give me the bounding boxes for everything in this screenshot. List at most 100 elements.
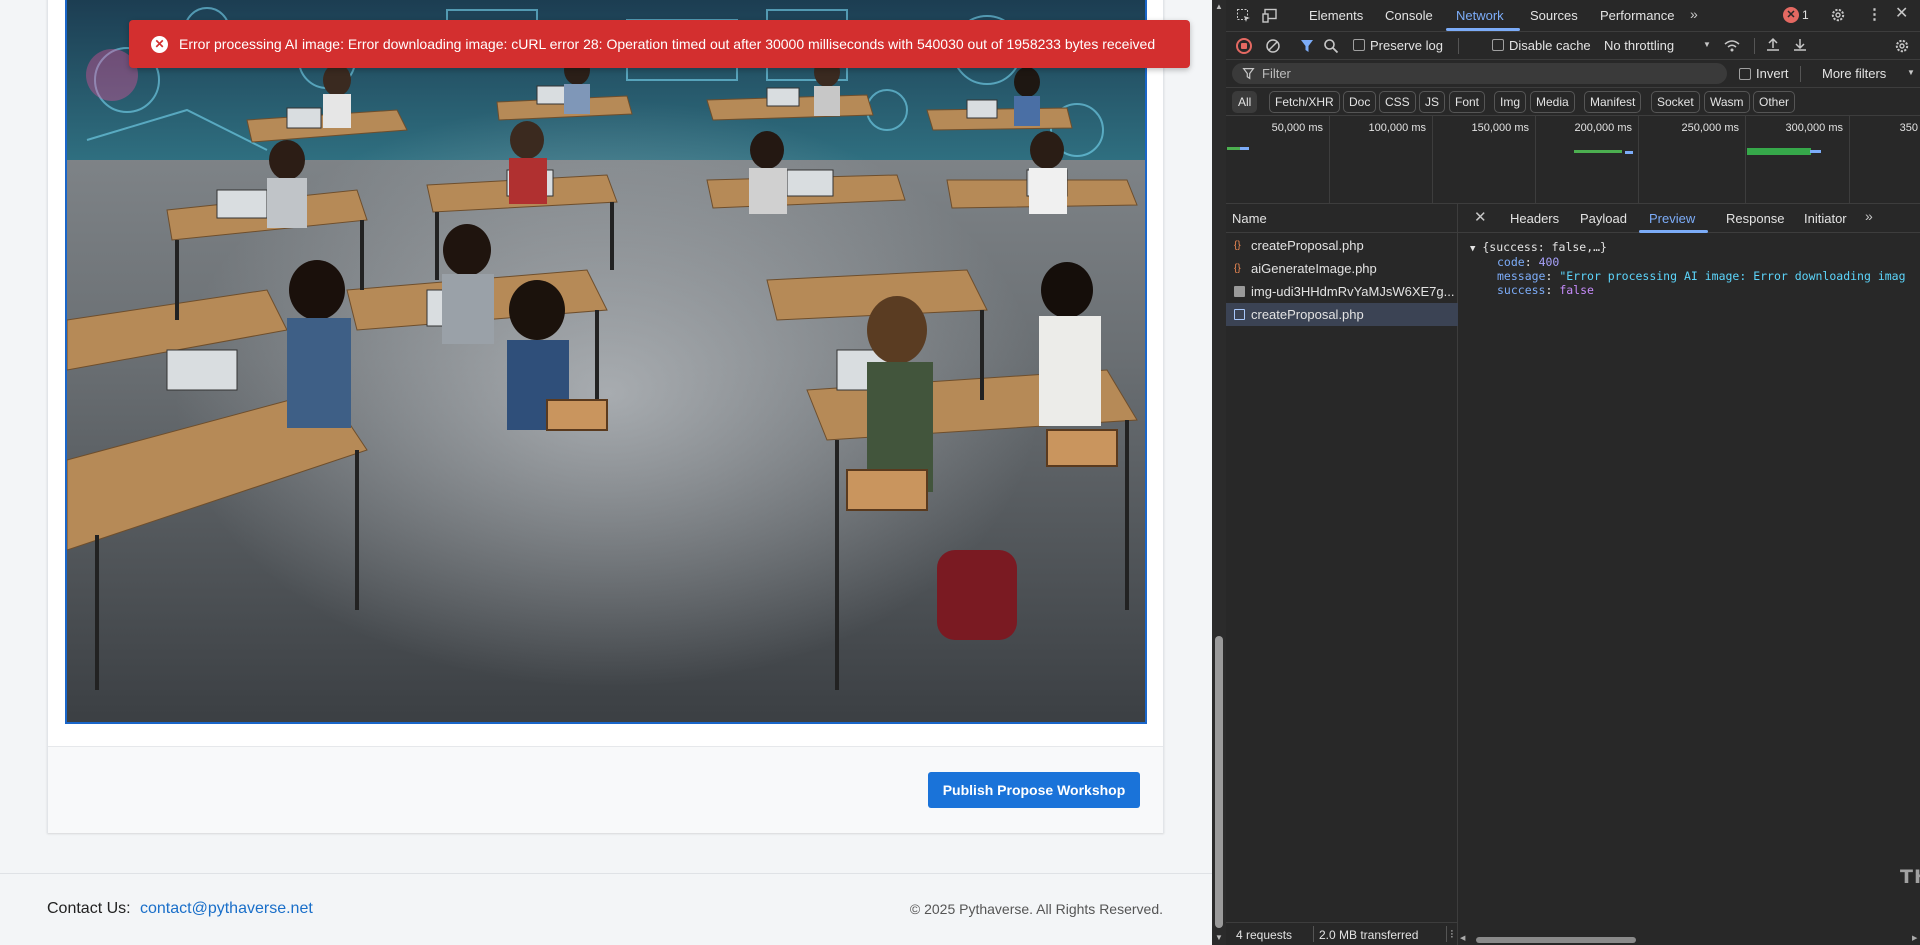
type-filter-css[interactable]: CSS xyxy=(1379,91,1416,113)
timeline-request-bar xyxy=(1625,151,1633,154)
tab-initiator[interactable]: Initiator xyxy=(1804,211,1847,226)
status-more-icon[interactable]: ⁝ xyxy=(1450,927,1454,941)
tab-elements[interactable]: Elements xyxy=(1309,8,1363,23)
preserve-log-checkbox[interactable] xyxy=(1353,39,1365,51)
detail-scrollbar-thumb[interactable] xyxy=(1476,937,1636,943)
timeline-request-bar xyxy=(1240,147,1249,150)
request-row[interactable]: img-udi3HHdmRvYaMJsW6XE7g... xyxy=(1226,280,1458,303)
tab-sources[interactable]: Sources xyxy=(1530,8,1578,23)
proposal-card: Publish Propose Workshop xyxy=(47,0,1164,833)
error-toast: ✕ Error processing AI image: Error downl… xyxy=(129,20,1190,68)
scroll-down-arrow-icon[interactable]: ▼ xyxy=(1212,931,1226,945)
type-filter-fetch-xhr[interactable]: Fetch/XHR xyxy=(1269,91,1340,113)
json-root[interactable]: ▼ {success: false,…} xyxy=(1470,240,1607,254)
json-preview: ▼ {success: false,…} code: 400 message: … xyxy=(1458,233,1920,893)
timeline-gridline xyxy=(1432,116,1433,204)
stop-recording-icon[interactable] xyxy=(1236,38,1252,54)
more-filters-button[interactable]: More filters xyxy=(1822,66,1886,81)
type-filter-img[interactable]: Img xyxy=(1494,91,1527,113)
filter-funnel-icon[interactable] xyxy=(1299,38,1315,54)
search-icon[interactable] xyxy=(1323,38,1339,54)
type-filter-manifest[interactable]: Manifest xyxy=(1584,91,1642,113)
close-detail-icon[interactable]: ✕ xyxy=(1474,210,1487,225)
throttling-dropdown-icon[interactable]: ▼ xyxy=(1703,41,1711,49)
json-entry-message: message: "Error processing AI image: Err… xyxy=(1497,269,1906,283)
document-file-icon xyxy=(1234,309,1245,320)
type-filter-all[interactable]: All xyxy=(1232,91,1258,113)
import-har-icon[interactable] xyxy=(1765,37,1781,53)
request-row[interactable]: {} aiGenerateImage.php xyxy=(1226,257,1458,280)
request-row-selected[interactable]: createProposal.php xyxy=(1226,303,1458,326)
request-detail-pane: ✕ Headers Payload Preview Response Initi… xyxy=(1458,204,1920,943)
filter-bar: Invert More filters ▼ xyxy=(1226,60,1920,88)
scroll-right-arrow-icon[interactable]: ▶ xyxy=(1912,934,1917,942)
timeline-label: 150,000 ms xyxy=(1471,122,1529,134)
page-scrollbar[interactable]: ▲ ▼ xyxy=(1212,0,1226,945)
preserve-log-label[interactable]: Preserve log xyxy=(1370,38,1443,53)
timeline-request-bar xyxy=(1810,150,1821,153)
disable-cache-label[interactable]: Disable cache xyxy=(1509,38,1591,53)
timeline-label: 200,000 ms xyxy=(1574,122,1632,134)
invert-checkbox[interactable] xyxy=(1739,68,1751,80)
disable-cache-checkbox[interactable] xyxy=(1492,39,1504,51)
classroom-image xyxy=(67,0,1145,722)
request-name: createProposal.php xyxy=(1251,238,1364,253)
filter-input[interactable] xyxy=(1262,65,1712,82)
clear-log-icon[interactable] xyxy=(1265,38,1281,54)
device-toolbar-icon[interactable] xyxy=(1262,8,1280,24)
xhr-brace-icon: {} xyxy=(1234,240,1241,251)
export-har-icon[interactable] xyxy=(1792,37,1808,53)
network-timeline-overview[interactable]: 50,000 ms 100,000 ms 150,000 ms 200,000 … xyxy=(1226,116,1920,204)
more-tabs-chevron-icon[interactable]: » xyxy=(1690,7,1698,21)
throttling-select[interactable]: No throttling xyxy=(1604,38,1674,53)
network-settings-gear-icon[interactable] xyxy=(1894,38,1910,54)
contact-email-link[interactable]: contact@pythaverse.net xyxy=(140,900,313,918)
detail-horizontal-scrollbar[interactable]: ◀ ▶ xyxy=(1460,935,1917,944)
more-detail-tabs-chevron-icon[interactable]: » xyxy=(1865,209,1873,223)
status-divider xyxy=(1446,926,1447,942)
inspect-element-icon[interactable] xyxy=(1236,8,1252,24)
type-filter-other[interactable]: Other xyxy=(1753,91,1796,113)
tab-console[interactable]: Console xyxy=(1385,8,1433,23)
error-count[interactable]: 1 xyxy=(1802,8,1809,22)
close-devtools-icon[interactable]: ✕ xyxy=(1895,6,1908,22)
more-options-icon[interactable]: ⋮ xyxy=(1867,7,1882,22)
type-filter-font[interactable]: Font xyxy=(1449,91,1486,113)
more-filters-dropdown-icon[interactable]: ▼ xyxy=(1907,69,1915,77)
invert-label[interactable]: Invert xyxy=(1756,66,1789,81)
network-split-view: Name {} createProposal.php {} aiGenerate… xyxy=(1226,204,1920,943)
tab-payload[interactable]: Payload xyxy=(1580,211,1627,226)
expand-triangle-icon[interactable]: ▼ xyxy=(1470,244,1475,254)
type-filter-socket[interactable]: Socket xyxy=(1651,91,1700,113)
error-count-icon[interactable]: ✕ xyxy=(1783,7,1799,23)
tab-preview[interactable]: Preview xyxy=(1649,211,1695,226)
type-filter-media[interactable]: Media xyxy=(1530,91,1575,113)
network-conditions-wifi-icon[interactable] xyxy=(1723,38,1741,54)
active-tab-indicator xyxy=(1446,28,1520,31)
page-scrollbar-thumb[interactable] xyxy=(1215,636,1223,928)
type-filter-doc[interactable]: Doc xyxy=(1343,91,1377,113)
json-entry-code: code: 400 xyxy=(1497,255,1560,269)
json-summary: {success: false,…} xyxy=(1482,240,1607,254)
toast-message: Error processing AI image: Error downloa… xyxy=(179,36,1156,52)
request-count: 4 requests xyxy=(1236,928,1293,942)
settings-gear-icon[interactable] xyxy=(1830,7,1846,23)
type-filter-js[interactable]: JS xyxy=(1419,91,1446,113)
transferred-size: 2.0 MB transferred xyxy=(1319,928,1419,942)
network-toolbar: Preserve log Disable cache No throttling… xyxy=(1226,32,1920,60)
error-circle-icon: ✕ xyxy=(151,35,168,53)
publish-proposal-button[interactable]: Publish Propose Workshop xyxy=(928,772,1140,808)
type-filter-wasm[interactable]: Wasm xyxy=(1704,91,1750,113)
tab-response[interactable]: Response xyxy=(1726,211,1785,226)
scroll-left-arrow-icon[interactable]: ◀ xyxy=(1460,934,1465,942)
request-name: aiGenerateImage.php xyxy=(1251,261,1377,276)
tab-headers[interactable]: Headers xyxy=(1510,211,1559,226)
scroll-up-arrow-icon[interactable]: ▲ xyxy=(1212,0,1226,14)
filter-box[interactable] xyxy=(1232,63,1727,84)
tab-performance[interactable]: Performance xyxy=(1600,8,1674,23)
request-list-header[interactable]: Name xyxy=(1226,204,1458,233)
request-row[interactable]: {} createProposal.php xyxy=(1226,234,1458,257)
ai-generated-image[interactable] xyxy=(65,0,1147,724)
tab-network[interactable]: Network xyxy=(1456,8,1504,23)
timeline-label: 100,000 ms xyxy=(1368,122,1426,134)
